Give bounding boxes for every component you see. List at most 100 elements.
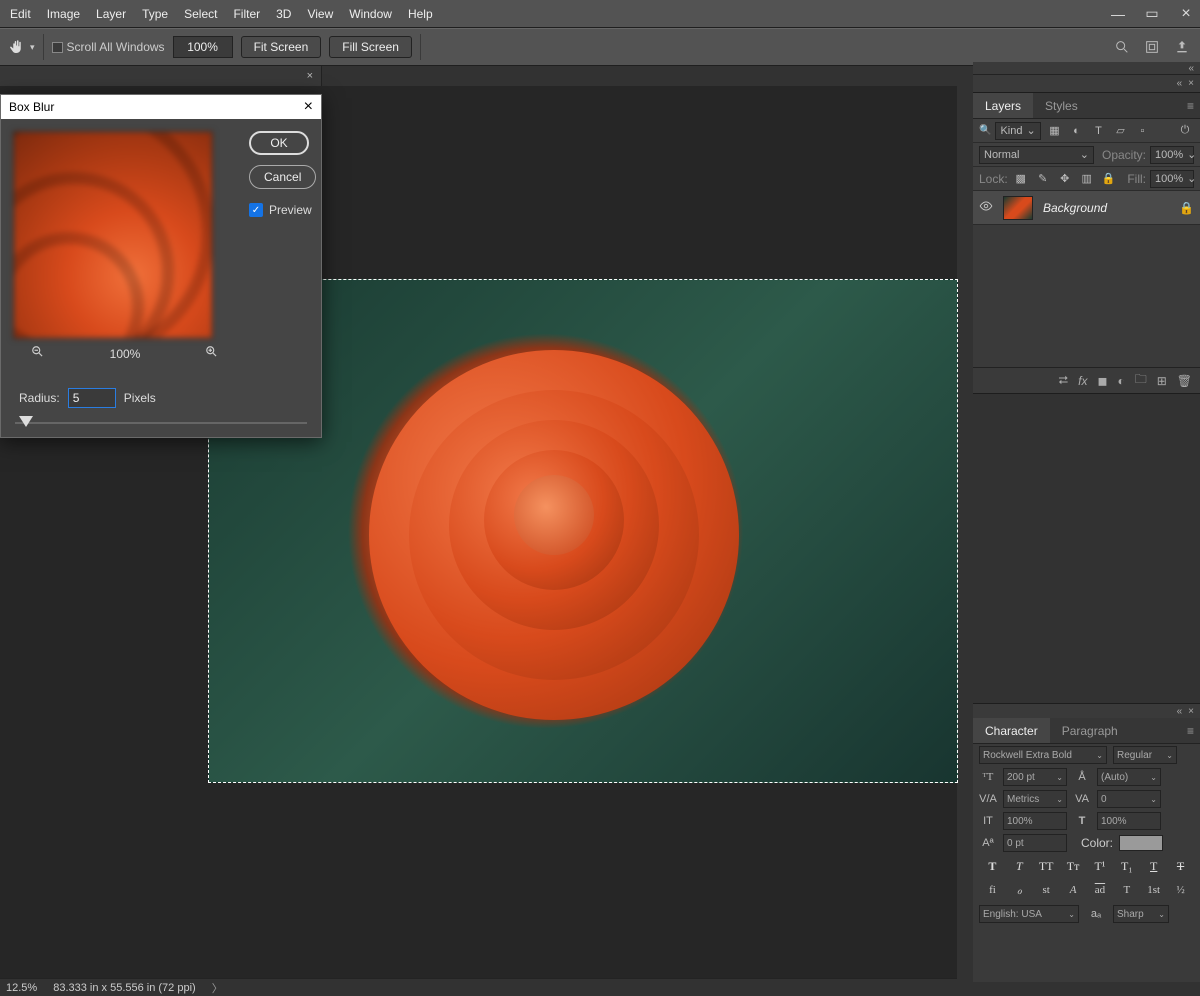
filter-shape-icon[interactable]: ▱ bbox=[1111, 122, 1129, 140]
ot-titling-button[interactable]: T bbox=[1113, 880, 1140, 900]
language-select[interactable]: English: USA⌄ bbox=[979, 905, 1079, 923]
status-flyout-icon[interactable]: 〉 bbox=[212, 980, 223, 996]
font-size-field[interactable]: 200 pt⌄ bbox=[1003, 768, 1067, 786]
panel-menu-icon[interactable]: ≡ bbox=[1187, 99, 1194, 113]
zoom-out-icon[interactable] bbox=[31, 345, 45, 362]
char-close-icon[interactable]: × bbox=[1188, 706, 1194, 717]
menu-help[interactable]: Help bbox=[400, 0, 441, 27]
filter-type-icon[interactable]: T bbox=[1089, 122, 1107, 140]
vscale-field[interactable]: 100% bbox=[1003, 812, 1067, 830]
kerning-field[interactable]: Metrics⌄ bbox=[1003, 790, 1067, 808]
lock-paint-icon[interactable]: ✎ bbox=[1034, 170, 1052, 188]
lock-pos-icon[interactable]: ✥ bbox=[1056, 170, 1074, 188]
search-icon[interactable] bbox=[1114, 39, 1130, 55]
ot-fractions-button[interactable]: ½ bbox=[1167, 880, 1194, 900]
blend-mode-select[interactable]: Normal⌄ bbox=[979, 146, 1094, 164]
fx-icon[interactable]: fx bbox=[1078, 374, 1087, 388]
menu-edit[interactable]: Edit bbox=[2, 0, 39, 27]
dialog-close-icon[interactable]: × bbox=[304, 98, 313, 116]
menu-view[interactable]: View bbox=[299, 0, 341, 27]
layer-lock-icon[interactable]: 🔒 bbox=[1179, 201, 1194, 215]
font-family-select[interactable]: Rockwell Extra Bold⌄ bbox=[979, 746, 1107, 764]
tab-paragraph[interactable]: Paragraph bbox=[1050, 718, 1130, 743]
radius-input[interactable]: 5 bbox=[68, 388, 116, 408]
link-layers-icon[interactable]: ⮂ bbox=[1059, 373, 1069, 388]
layer-kind-filter[interactable]: Kind⌄ bbox=[995, 122, 1041, 140]
ot-contextual-button[interactable]: ℴ bbox=[1006, 880, 1033, 900]
window-minimize-icon[interactable]: — bbox=[1108, 6, 1128, 22]
document-tab[interactable]: × bbox=[0, 66, 322, 86]
tab-character[interactable]: Character bbox=[973, 718, 1050, 743]
scroll-all-windows-checkbox[interactable]: Scroll All Windows bbox=[52, 40, 165, 54]
superscript-button[interactable]: T¹ bbox=[1087, 856, 1114, 876]
dialog-titlebar[interactable]: Box Blur × bbox=[1, 95, 321, 119]
mini-close-icon[interactable]: × bbox=[1188, 78, 1194, 89]
lock-nest-icon[interactable]: ▥ bbox=[1078, 170, 1096, 188]
strike-button[interactable]: T bbox=[1167, 856, 1194, 876]
lock-trans-icon[interactable]: ▩ bbox=[1012, 170, 1030, 188]
ot-stylistic-button[interactable]: ad bbox=[1087, 880, 1114, 900]
new-layer-icon[interactable]: ⊞ bbox=[1157, 374, 1167, 388]
cancel-button[interactable]: Cancel bbox=[249, 165, 316, 189]
layer-list-area[interactable] bbox=[973, 225, 1200, 367]
faux-italic-button[interactable]: T bbox=[1006, 856, 1033, 876]
baseline-field[interactable]: 0 pt bbox=[1003, 834, 1067, 852]
visibility-icon[interactable] bbox=[979, 199, 993, 216]
group-icon[interactable]: 🗀 bbox=[1135, 370, 1147, 391]
ot-ordinals-button[interactable]: 1st bbox=[1140, 880, 1167, 900]
filter-smart-icon[interactable]: ▫ bbox=[1133, 122, 1151, 140]
trash-icon[interactable]: 🗑 bbox=[1177, 374, 1192, 388]
filter-pixel-icon[interactable]: ▦ bbox=[1045, 122, 1063, 140]
lock-all-icon[interactable]: 🔒 bbox=[1100, 170, 1118, 188]
layer-thumbnail[interactable] bbox=[1003, 196, 1033, 220]
tab-layers[interactable]: Layers bbox=[973, 93, 1033, 118]
faux-bold-button[interactable]: T bbox=[979, 856, 1006, 876]
slider-knob-icon[interactable] bbox=[19, 416, 33, 427]
fill-field[interactable]: 100%⌄ bbox=[1150, 170, 1194, 188]
hand-tool-indicator[interactable]: ▾ bbox=[8, 38, 35, 56]
fill-screen-button[interactable]: Fill Screen bbox=[329, 36, 412, 58]
quickmask-icon[interactable] bbox=[1144, 39, 1160, 55]
ot-ligature-button[interactable]: fi bbox=[979, 880, 1006, 900]
leading-field[interactable]: (Auto)⌄ bbox=[1097, 768, 1161, 786]
menu-image[interactable]: Image bbox=[39, 0, 88, 27]
tool-chevron-icon[interactable]: ▾ bbox=[30, 42, 35, 53]
radius-slider[interactable] bbox=[15, 414, 307, 432]
text-color-swatch[interactable] bbox=[1119, 835, 1163, 851]
status-doc-info[interactable]: 83.333 in x 55.556 in (72 ppi) bbox=[53, 982, 196, 994]
menu-select[interactable]: Select bbox=[176, 0, 225, 27]
char-menu-icon[interactable]: ≡ bbox=[1187, 724, 1194, 738]
zoom-level-field[interactable]: 100% bbox=[173, 36, 233, 58]
preview-checkbox[interactable]: ✓ Preview bbox=[249, 203, 312, 217]
dialog-preview[interactable] bbox=[13, 131, 213, 339]
status-zoom[interactable]: 12.5% bbox=[6, 982, 37, 994]
smallcaps-button[interactable]: Tᴛ bbox=[1060, 856, 1087, 876]
tab-close-icon[interactable]: × bbox=[307, 70, 313, 82]
layer-row-background[interactable]: Background 🔒 bbox=[973, 191, 1200, 225]
layer-name[interactable]: Background bbox=[1043, 201, 1107, 215]
collapsed-panel-area[interactable] bbox=[973, 393, 1200, 703]
fit-screen-button[interactable]: Fit Screen bbox=[241, 36, 322, 58]
menu-3d[interactable]: 3D bbox=[268, 0, 299, 27]
menu-type[interactable]: Type bbox=[134, 0, 176, 27]
mask-icon[interactable]: ◼ bbox=[1097, 374, 1107, 388]
hscale-field[interactable]: 100% bbox=[1097, 812, 1161, 830]
share-icon[interactable] bbox=[1174, 39, 1190, 55]
tracking-field[interactable]: 0⌄ bbox=[1097, 790, 1161, 808]
window-maximize-icon[interactable]: ▭ bbox=[1142, 5, 1162, 22]
ot-discretionary-button[interactable]: st bbox=[1033, 880, 1060, 900]
opacity-field[interactable]: 100%⌄ bbox=[1150, 146, 1194, 164]
menu-layer[interactable]: Layer bbox=[88, 0, 134, 27]
char-collapse-icon[interactable]: « bbox=[1177, 706, 1183, 717]
tab-styles[interactable]: Styles bbox=[1033, 93, 1090, 118]
menu-window[interactable]: Window bbox=[341, 0, 400, 27]
font-style-select[interactable]: Regular⌄ bbox=[1113, 746, 1177, 764]
adjustment-icon[interactable]: ◐ bbox=[1117, 374, 1124, 388]
ok-button[interactable]: OK bbox=[249, 131, 309, 155]
collapse-icon[interactable]: « bbox=[1188, 63, 1194, 74]
collapse-icon-2[interactable]: « bbox=[1177, 78, 1183, 89]
filter-adjust-icon[interactable]: ◐ bbox=[1067, 122, 1085, 140]
filter-toggle-icon[interactable]: ⏻ bbox=[1176, 122, 1194, 140]
menu-filter[interactable]: Filter bbox=[225, 0, 268, 27]
ot-swash-button[interactable]: A bbox=[1060, 880, 1087, 900]
